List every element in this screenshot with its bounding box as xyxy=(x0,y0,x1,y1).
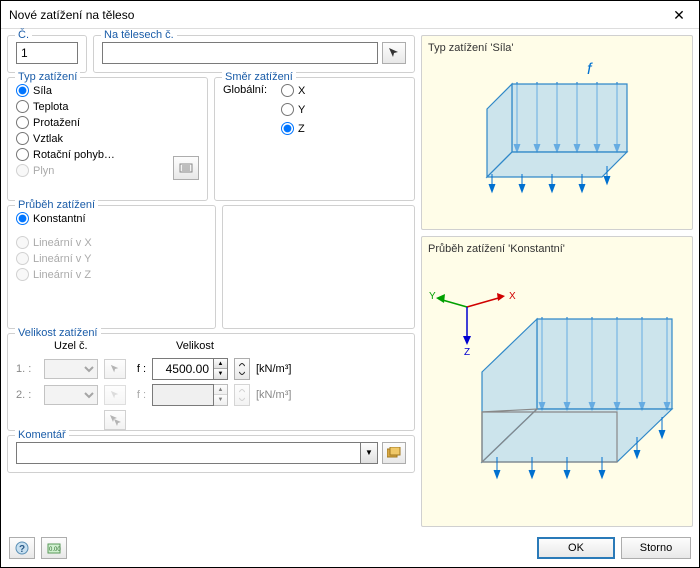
stepper-1[interactable] xyxy=(234,358,250,380)
spinner-1[interactable]: ▲▼ xyxy=(214,358,228,380)
radio-sila[interactable]: Síla xyxy=(16,84,115,97)
group-direction: Směr zatížení Globální: X Y Z xyxy=(214,77,415,201)
svg-text:Y: Y xyxy=(429,291,436,302)
magnitude-row-2: 2. : f : ▲▼ [kN/m³] xyxy=(16,384,406,406)
svg-text:?: ? xyxy=(19,544,25,555)
comment-dropdown-icon[interactable]: ▼ xyxy=(360,442,378,464)
pick-node-2-icon xyxy=(104,385,126,405)
radio-dir-x[interactable]: X xyxy=(281,84,305,97)
radio-linz: Lineární v Z xyxy=(16,268,207,281)
window-title: Nové zatížení na těleso xyxy=(9,8,134,22)
preview-distribution: Průběh zatížení 'Konstantní' X Y Z xyxy=(421,236,693,527)
ok-button[interactable]: OK xyxy=(537,537,615,559)
svg-text:0.00: 0.00 xyxy=(49,547,61,553)
number-input[interactable] xyxy=(16,42,78,64)
group-number: Č. xyxy=(7,35,87,73)
group-load-type: Typ zatížení Síla Teplota Protažení Vztl… xyxy=(7,77,208,201)
radio-linx: Lineární v X xyxy=(16,236,207,249)
label-magnitude: Velikost zatížení xyxy=(15,327,101,339)
value-input-1[interactable] xyxy=(152,358,214,380)
radio-rotacni[interactable]: Rotační pohyb… xyxy=(16,148,115,161)
pick-nodes-multi-icon xyxy=(104,410,126,430)
label-on-solids: Na tělesech č. xyxy=(101,29,177,41)
label-direction: Směr zatížení xyxy=(222,71,296,83)
radio-konst[interactable]: Konstantní xyxy=(16,212,207,225)
distribution-placeholder xyxy=(222,205,415,329)
pick-node-1-icon xyxy=(104,359,126,379)
radio-teplota[interactable]: Teplota xyxy=(16,100,115,113)
titlebar: Nové zatížení na těleso ✕ xyxy=(1,1,699,29)
label-load-type: Typ zatížení xyxy=(15,71,80,83)
head-node: Uzel č. xyxy=(54,340,130,352)
radio-vztlak[interactable]: Vztlak xyxy=(16,132,115,145)
radio-dir-y[interactable]: Y xyxy=(281,103,305,116)
label-comment: Komentář xyxy=(15,429,69,441)
radio-plyn: Plyn xyxy=(16,164,115,177)
magnitude-row-1: 1. : f : ▲▼ [kN/m³] xyxy=(16,358,406,380)
load-type-settings-icon[interactable] xyxy=(173,156,199,180)
radio-liny: Lineární v Y xyxy=(16,252,207,265)
label-global: Globální: xyxy=(223,84,273,138)
label-distribution: Průběh zatížení xyxy=(15,199,98,211)
force-symbol: f xyxy=(587,61,593,78)
svg-text:X: X xyxy=(509,291,516,302)
node-select-1 xyxy=(44,359,98,379)
cancel-button[interactable]: Storno xyxy=(621,537,691,559)
preview-load-type: Typ zatížení 'Síla' f xyxy=(421,35,693,230)
svg-text:Z: Z xyxy=(464,347,470,358)
value-input-2 xyxy=(152,384,214,406)
pick-solid-icon[interactable] xyxy=(382,42,406,64)
node-select-2 xyxy=(44,385,98,405)
stepper-2 xyxy=(234,384,250,406)
group-on-solids: Na tělesech č. xyxy=(93,35,415,73)
spinner-2: ▲▼ xyxy=(214,384,228,406)
radio-protazeni[interactable]: Protažení xyxy=(16,116,115,129)
group-distribution: Průběh zatížení Konstantní Lineární v X … xyxy=(7,205,216,329)
close-icon[interactable]: ✕ xyxy=(659,1,699,29)
radio-dir-z[interactable]: Z xyxy=(281,122,305,135)
group-comment: Komentář ▼ xyxy=(7,435,415,473)
comment-library-icon[interactable] xyxy=(382,442,406,464)
units-icon[interactable]: 0.00 xyxy=(41,537,67,559)
axis-triad: X Y Z xyxy=(429,291,516,358)
footer: ? 0.00 OK Storno xyxy=(1,533,699,563)
on-solids-input[interactable] xyxy=(102,42,378,64)
group-magnitude: Velikost zatížení Uzel č. Velikost 1. : … xyxy=(7,333,415,431)
help-icon[interactable]: ? xyxy=(9,537,35,559)
comment-input[interactable] xyxy=(16,442,360,464)
head-value: Velikost xyxy=(176,340,214,352)
label-number: Č. xyxy=(15,29,32,41)
